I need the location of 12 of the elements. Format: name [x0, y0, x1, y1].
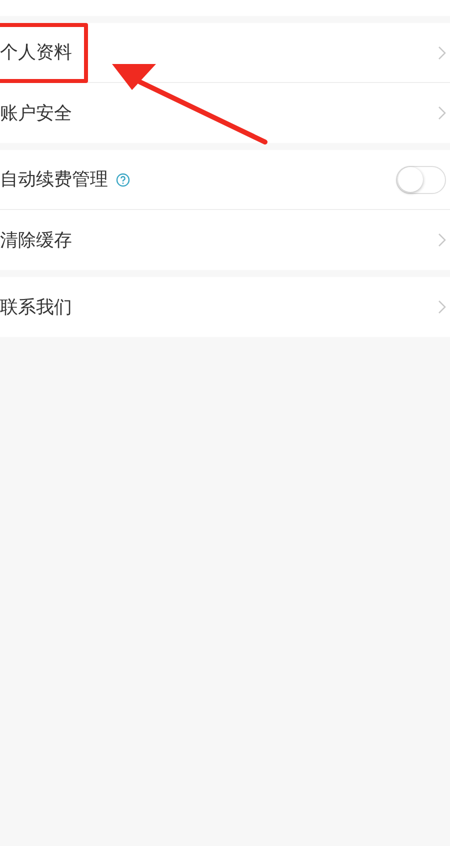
setting-label: 自动续费管理 [0, 168, 108, 192]
chevron-right-icon [438, 106, 446, 120]
settings-row[interactable]: 个人资料 [0, 23, 450, 83]
setting-label: 联系我们 [0, 296, 72, 320]
help-icon[interactable] [116, 172, 130, 186]
toggle-switch[interactable] [396, 166, 446, 194]
chevron-right-icon [438, 233, 446, 247]
setting-label: 账户安全 [0, 102, 72, 126]
chevron-right-icon [438, 300, 446, 314]
chevron-right-icon [438, 46, 446, 60]
setting-label: 清除缓存 [0, 228, 72, 252]
setting-label: 个人资料 [0, 41, 72, 65]
